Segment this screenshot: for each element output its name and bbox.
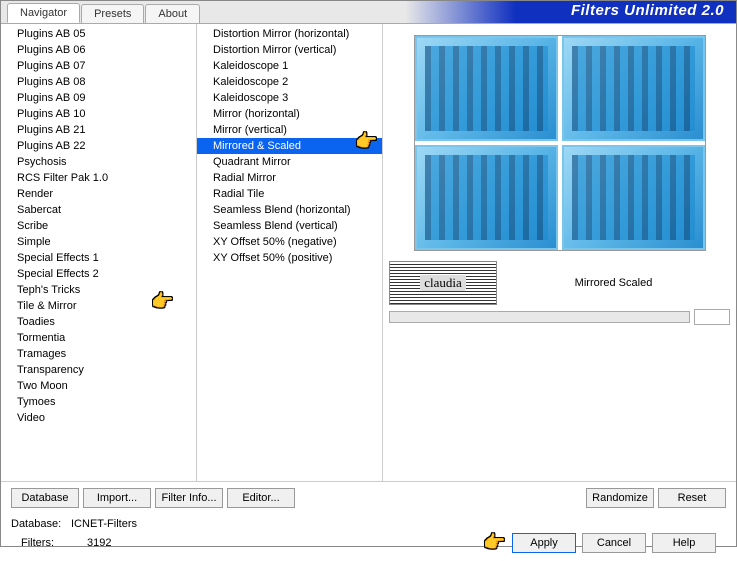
param-name: Mirrored Scaled [497, 277, 730, 289]
database-button[interactable]: Database [11, 488, 79, 508]
category-item[interactable]: Plugins AB 21 [1, 122, 196, 138]
filter-item[interactable]: Distortion Mirror (vertical) [197, 42, 382, 58]
param-slider[interactable] [389, 311, 690, 323]
category-item[interactable]: Render [1, 186, 196, 202]
preview-tile [415, 36, 558, 141]
filter-info-button[interactable]: Filter Info... [155, 488, 223, 508]
filter-item[interactable]: Kaleidoscope 1 [197, 58, 382, 74]
apply-button[interactable]: Apply [512, 533, 576, 553]
author-logo: claudia [389, 261, 497, 305]
filter-item[interactable]: Quadrant Mirror [197, 154, 382, 170]
category-list[interactable]: Plugins AB 05Plugins AB 06Plugins AB 07P… [1, 24, 197, 481]
category-item[interactable]: Video [1, 410, 196, 426]
preview-tile [415, 145, 558, 250]
tab-bar: Navigator Presets About [7, 1, 201, 23]
category-item[interactable]: Plugins AB 05 [1, 26, 196, 42]
category-item[interactable]: Special Effects 2 [1, 266, 196, 282]
category-item[interactable]: Plugins AB 22 [1, 138, 196, 154]
category-item[interactable]: Transparency [1, 362, 196, 378]
filter-item[interactable]: Kaleidoscope 2 [197, 74, 382, 90]
category-item[interactable]: Tymoes [1, 394, 196, 410]
filter-item[interactable]: Distortion Mirror (horizontal) [197, 26, 382, 42]
filter-item[interactable]: Radial Tile [197, 186, 382, 202]
filter-list[interactable]: Distortion Mirror (horizontal)Distortion… [197, 24, 383, 481]
reset-button[interactable]: Reset [658, 488, 726, 508]
category-item[interactable]: Plugins AB 08 [1, 74, 196, 90]
filter-item[interactable]: Kaleidoscope 3 [197, 90, 382, 106]
status-db-value: ICNET-Filters [71, 518, 137, 530]
randomize-button[interactable]: Randomize [586, 488, 654, 508]
import-button[interactable]: Import... [83, 488, 151, 508]
tab-about[interactable]: About [145, 4, 200, 23]
preview-tile [562, 145, 705, 250]
author-logo-text: claudia [420, 275, 466, 291]
category-item[interactable]: RCS Filter Pak 1.0 [1, 170, 196, 186]
cancel-button[interactable]: Cancel [582, 533, 646, 553]
filter-item[interactable]: Mirror (horizontal) [197, 106, 382, 122]
tab-navigator[interactable]: Navigator [7, 3, 80, 23]
category-item[interactable]: Scribe [1, 218, 196, 234]
preview-tile [562, 36, 705, 141]
filter-item[interactable]: Seamless Blend (vertical) [197, 218, 382, 234]
category-item[interactable]: Tormentia [1, 330, 196, 346]
filter-item[interactable]: Mirrored & Scaled👈 [197, 138, 382, 154]
category-item[interactable]: Two Moon [1, 378, 196, 394]
editor-button[interactable]: Editor... [227, 488, 295, 508]
category-item[interactable]: Tramages [1, 346, 196, 362]
filter-item[interactable]: XY Offset 50% (negative) [197, 234, 382, 250]
pointer-icon: 👈 [484, 532, 506, 553]
filter-item[interactable]: XY Offset 50% (positive) [197, 250, 382, 266]
preview-grid [414, 35, 706, 251]
category-item[interactable]: Psychosis [1, 154, 196, 170]
filter-item[interactable]: Seamless Blend (horizontal) [197, 202, 382, 218]
category-item[interactable]: Plugins AB 10 [1, 106, 196, 122]
category-item[interactable]: Simple [1, 234, 196, 250]
category-item[interactable]: Plugins AB 07 [1, 58, 196, 74]
status-db-label: Database: [11, 518, 71, 530]
status-bar: Database: ICNET-Filters Filters: 3192 👈 … [1, 514, 736, 561]
filter-item[interactable]: Mirror (vertical) [197, 122, 382, 138]
category-item[interactable]: Teph's Tricks [1, 282, 196, 298]
category-item[interactable]: Sabercat [1, 202, 196, 218]
category-item[interactable]: Plugins AB 06 [1, 42, 196, 58]
app-title: Filters Unlimited 2.0 [571, 2, 724, 19]
category-item[interactable]: Tile & Mirror👈 [1, 298, 196, 314]
help-button[interactable]: Help [652, 533, 716, 553]
preview-area [389, 30, 730, 255]
tab-presets[interactable]: Presets [81, 4, 144, 23]
filter-item[interactable]: Radial Mirror [197, 170, 382, 186]
category-item[interactable]: Special Effects 1 [1, 250, 196, 266]
category-item[interactable]: Toadies [1, 314, 196, 330]
param-value[interactable] [694, 309, 730, 325]
category-item[interactable]: Plugins AB 09 [1, 90, 196, 106]
